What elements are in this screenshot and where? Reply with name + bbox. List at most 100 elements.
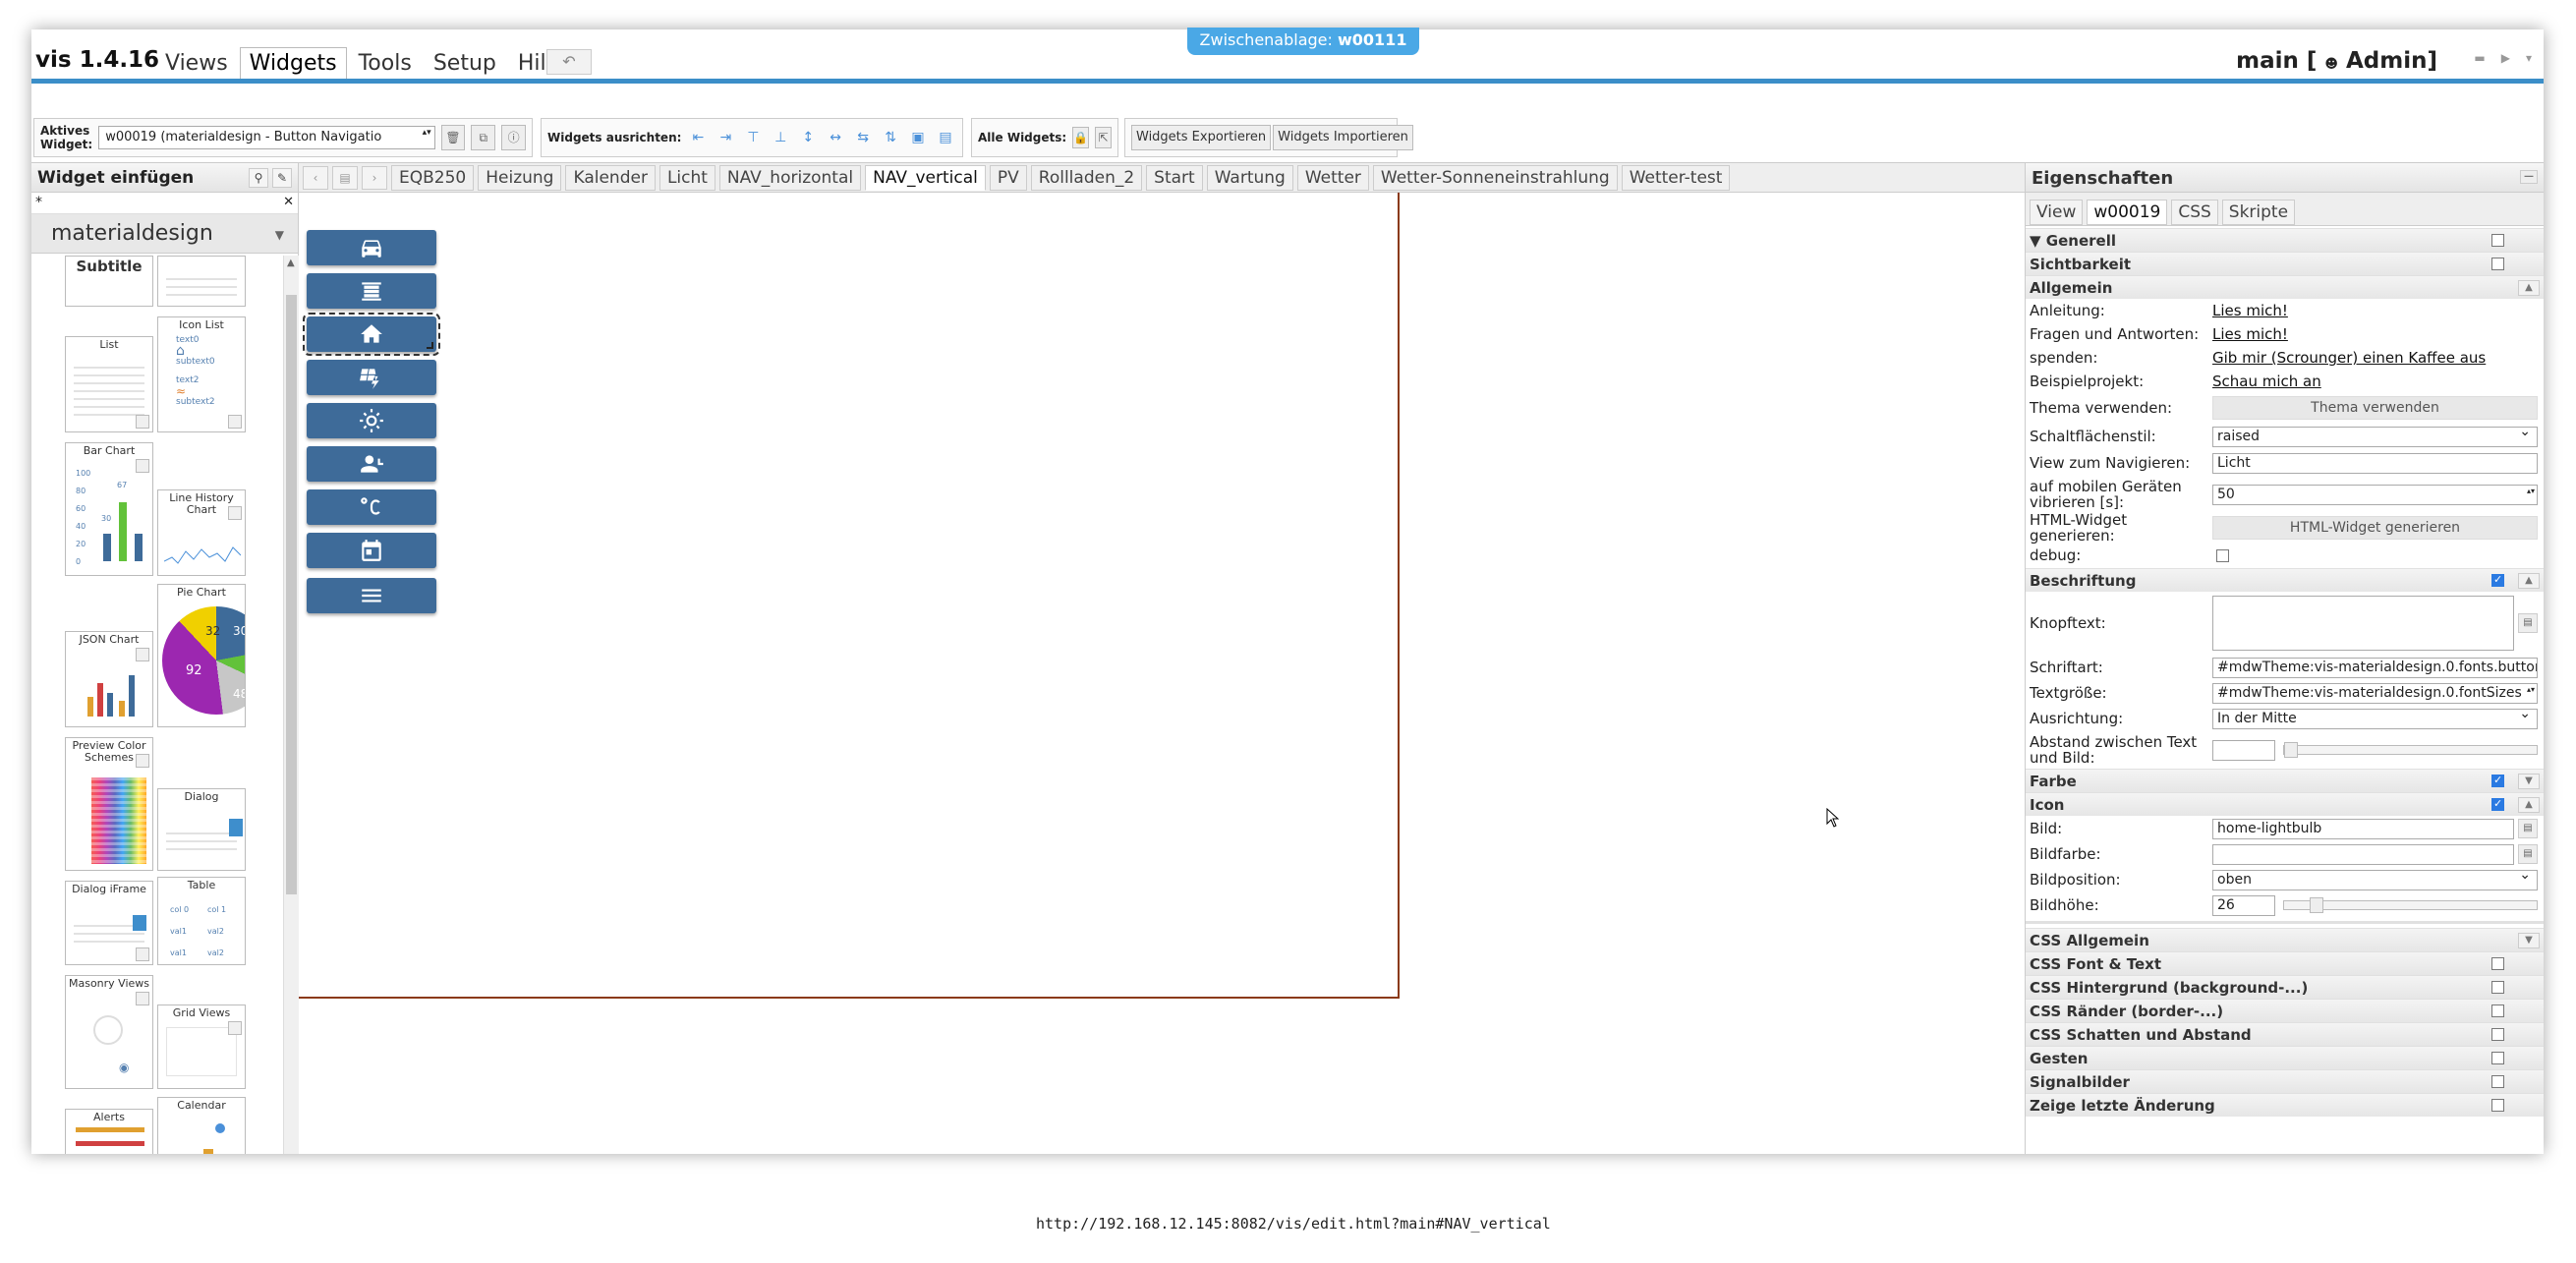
section-checkbox[interactable] <box>2491 797 2504 811</box>
delete-widget-button[interactable]: 🗑 <box>440 125 466 150</box>
tile-bar-chart[interactable]: Bar Chart 100 80 60 40 20 0 67 30 <box>65 442 153 576</box>
tile-preview-partial[interactable] <box>157 256 246 307</box>
scroll-up-icon[interactable]: ▲ <box>287 258 295 268</box>
spenden-link[interactable]: Gib mir (Scrounger) einen Kaffee aus <box>2212 349 2486 367</box>
tile-table[interactable]: Table col 0 col 1 val1 val2 val1 val2 <box>157 877 246 965</box>
collapse-icon[interactable]: ▲ <box>2518 280 2540 296</box>
section-css-font[interactable]: CSS Font & Text <box>2026 951 2544 975</box>
tab-pv[interactable]: PV <box>989 164 1027 191</box>
section-checkbox[interactable] <box>2491 1052 2504 1064</box>
pin-icon[interactable]: ✎ <box>272 168 292 188</box>
section-checkbox[interactable] <box>2491 774 2504 787</box>
section-checkbox[interactable] <box>2491 957 2504 970</box>
distribute-v-icon[interactable]: ⇅ <box>880 126 901 149</box>
undo-button[interactable]: ↶ <box>546 49 592 75</box>
section-checkbox[interactable] <box>2491 1028 2504 1041</box>
clear-filter-icon[interactable]: ✕ <box>283 195 294 209</box>
align-right-icon[interactable]: ⇥ <box>715 126 736 149</box>
section-beschriftung[interactable]: Beschriftung ▲ <box>2026 568 2544 592</box>
export-widgets-button[interactable]: Widgets Exportieren <box>1131 125 1272 150</box>
resize-handle[interactable] <box>427 342 433 349</box>
beispiel-link[interactable]: Schau mich an <box>2212 373 2321 390</box>
import-widgets-button[interactable]: Widgets Importieren <box>1273 125 1413 150</box>
tile-masonry-views[interactable]: Masonry Views ◉ <box>65 975 153 1089</box>
tile-preview-color-schemes[interactable]: Preview Color Schemes <box>65 737 153 871</box>
slider-knob[interactable] <box>2284 742 2298 758</box>
section-css-background[interactable]: CSS Hintergrund (background-...) <box>2026 975 2544 999</box>
image-input[interactable]: home-lightbulb <box>2212 818 2514 839</box>
nav-button-account[interactable] <box>307 446 436 482</box>
edit-text-button[interactable]: ▤ <box>2518 613 2538 633</box>
dropdown-icon[interactable]: ▾ <box>2520 47 2538 69</box>
tab-nav-horizontal[interactable]: NAV_horizontal <box>718 164 862 191</box>
widget-list-scrollbar[interactable]: ▲ <box>283 256 299 1154</box>
align-center-h-icon[interactable]: ↕ <box>797 126 819 149</box>
tab-nav-vertical[interactable]: NAV_vertical <box>865 164 986 191</box>
font-input[interactable]: #mdwTheme:vis-materialdesign.0.fonts.but… <box>2212 657 2538 678</box>
section-checkbox[interactable] <box>2491 981 2504 994</box>
align-bottom-icon[interactable]: ⊥ <box>770 126 791 149</box>
nav-button-menu[interactable] <box>307 578 436 613</box>
tab-widget[interactable]: w00019 <box>2087 200 2168 225</box>
menu-widgets[interactable]: Widgets <box>239 47 347 80</box>
section-checkbox[interactable] <box>2491 1075 2504 1088</box>
same-height-icon[interactable]: ▤ <box>935 126 956 149</box>
spacing-slider[interactable] <box>2283 742 2538 758</box>
image-height-input[interactable]: 26 <box>2212 894 2275 916</box>
image-height-slider[interactable] <box>2283 897 2538 913</box>
tab-kalender[interactable]: Kalender <box>565 164 656 191</box>
image-color-input[interactable] <box>2212 843 2514 865</box>
thema-button[interactable]: Thema verwenden <box>2212 396 2538 420</box>
section-sichtbarkeit[interactable]: Sichtbarkeit <box>2026 252 2544 275</box>
tab-wetter[interactable]: Wetter <box>1296 164 1369 191</box>
tabs-list-button[interactable]: ▤ <box>332 165 358 190</box>
section-gesten[interactable]: Gesten <box>2026 1046 2544 1069</box>
nav-button-weather[interactable] <box>307 403 436 438</box>
font-size-input[interactable]: #mdwTheme:vis-materialdesign.0.fontSizes <box>2212 682 2538 704</box>
tile-list[interactable]: List <box>65 336 153 432</box>
tile-pie-chart[interactable]: Pie Chart 32 30 92 48 <box>157 584 246 727</box>
debug-checkbox[interactable] <box>2216 548 2229 562</box>
nav-button-calendar[interactable] <box>307 533 436 568</box>
tile-grid-views[interactable]: Grid Views <box>157 1005 246 1089</box>
collapse-icon[interactable]: ▲ <box>2518 797 2540 813</box>
vibrate-input[interactable]: 50 <box>2212 484 2538 505</box>
tab-skripte[interactable]: Skripte <box>2221 200 2296 225</box>
section-css-allgemein[interactable]: CSS Allgemein ▼ <box>2026 928 2544 951</box>
tab-view[interactable]: View <box>2030 200 2084 225</box>
section-css-border[interactable]: CSS Ränder (border-...) <box>2026 999 2544 1022</box>
section-allgemein[interactable]: Allgemein ▲ <box>2026 275 2544 299</box>
lock-all-button[interactable]: 🔒 <box>1072 127 1090 148</box>
slider-knob[interactable] <box>2310 897 2323 913</box>
section-letzte-aenderung[interactable]: Zeige letzte Änderung <box>2026 1093 2544 1117</box>
tab-start[interactable]: Start <box>1146 164 1203 191</box>
tab-heizung[interactable]: Heizung <box>478 164 562 191</box>
tab-wetter-sonneneinstrahlung[interactable]: Wetter-Sonneneinstrahlung <box>1372 164 1618 191</box>
section-icon[interactable]: Icon ▲ <box>2026 792 2544 816</box>
tile-line-history-chart[interactable]: Line History Chart <box>157 489 246 576</box>
tile-alerts[interactable]: Alerts <box>65 1109 153 1154</box>
tabs-next-button[interactable]: › <box>362 165 387 190</box>
view-target-input[interactable]: Licht <box>2212 452 2538 474</box>
tab-rollladen-2[interactable]: Rollladen_2 <box>1030 164 1143 191</box>
tab-wartung[interactable]: Wartung <box>1206 164 1293 191</box>
tabs-prev-button[interactable]: ‹ <box>303 165 328 190</box>
distribute-h-icon[interactable]: ⇆ <box>852 126 874 149</box>
collapse-icon[interactable]: ▲ <box>2518 573 2540 589</box>
widget-set-select[interactable]: materialdesign ▼ <box>31 214 298 254</box>
nav-button-blinds[interactable] <box>307 273 436 309</box>
section-generell[interactable]: ▼ Generell <box>2026 228 2544 252</box>
copy-widget-button[interactable]: ⧉ <box>471 125 496 150</box>
nav-button-home[interactable] <box>303 313 440 356</box>
expand-icon[interactable]: ▼ <box>2518 774 2540 789</box>
info-widget-button[interactable]: ⓘ <box>501 125 526 150</box>
anleitung-link[interactable]: Lies mich! <box>2212 302 2288 319</box>
view-canvas[interactable] <box>299 193 2025 1154</box>
minimize-icon[interactable]: — <box>2520 170 2538 184</box>
tab-wetter-test[interactable]: Wetter-test <box>1621 164 1731 191</box>
section-farbe[interactable]: Farbe ▼ <box>2026 769 2544 792</box>
active-widget-select[interactable]: w00019 (materialdesign - Button Navigati… <box>98 126 435 149</box>
widget-filter-input[interactable]: * ✕ <box>31 193 298 214</box>
alignment-select[interactable]: In der Mitte <box>2212 706 2538 729</box>
menu-views[interactable]: Views <box>155 47 238 80</box>
